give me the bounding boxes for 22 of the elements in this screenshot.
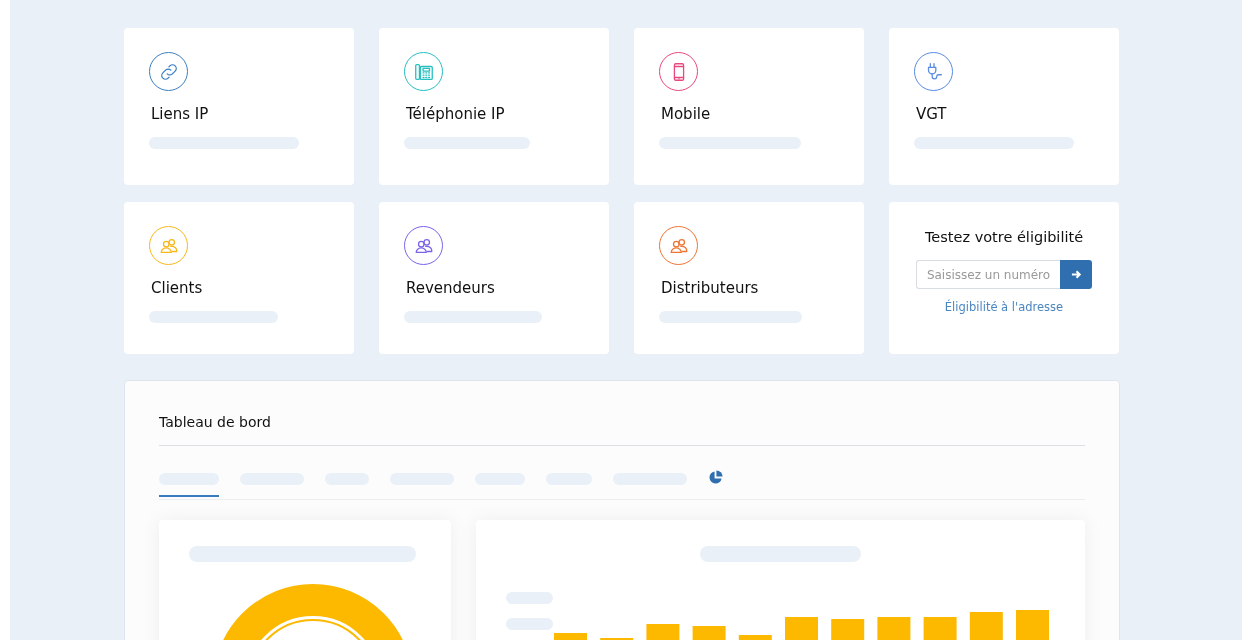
category-card[interactable]: VGT [889, 28, 1119, 185]
category-card[interactable]: Mobile [634, 28, 864, 185]
card-title: Revendeurs [406, 279, 495, 297]
card-title: Mobile [661, 105, 711, 123]
tab[interactable] [159, 472, 219, 497]
number-input[interactable]: Saisissez un numéro [916, 260, 1060, 289]
eligibility-title: Testez votre éligibilité [924, 229, 1084, 245]
card-title: Téléphonie IP [406, 105, 505, 123]
category-card[interactable]: Revendeurs [379, 202, 609, 354]
submit-button[interactable] [1060, 260, 1092, 289]
arrow-right-icon [1070, 269, 1082, 280]
category-card[interactable]: Liens IP [124, 28, 354, 185]
card-title: Distributeurs [661, 279, 759, 297]
category-card[interactable]: Téléphonie IP [379, 28, 609, 185]
pie-chart-icon [708, 470, 723, 485]
card-title: VGT [916, 105, 947, 123]
category-card[interactable]: Distributeurs [634, 202, 864, 354]
address-eligibility-link[interactable]: Éligibilité à l'adresse [944, 300, 1064, 314]
category-card[interactable]: Clients [124, 202, 354, 354]
card-title: Liens IP [151, 105, 209, 123]
card-title: Clients [151, 279, 203, 297]
dashboard-title: Tableau de bord [159, 414, 1085, 446]
